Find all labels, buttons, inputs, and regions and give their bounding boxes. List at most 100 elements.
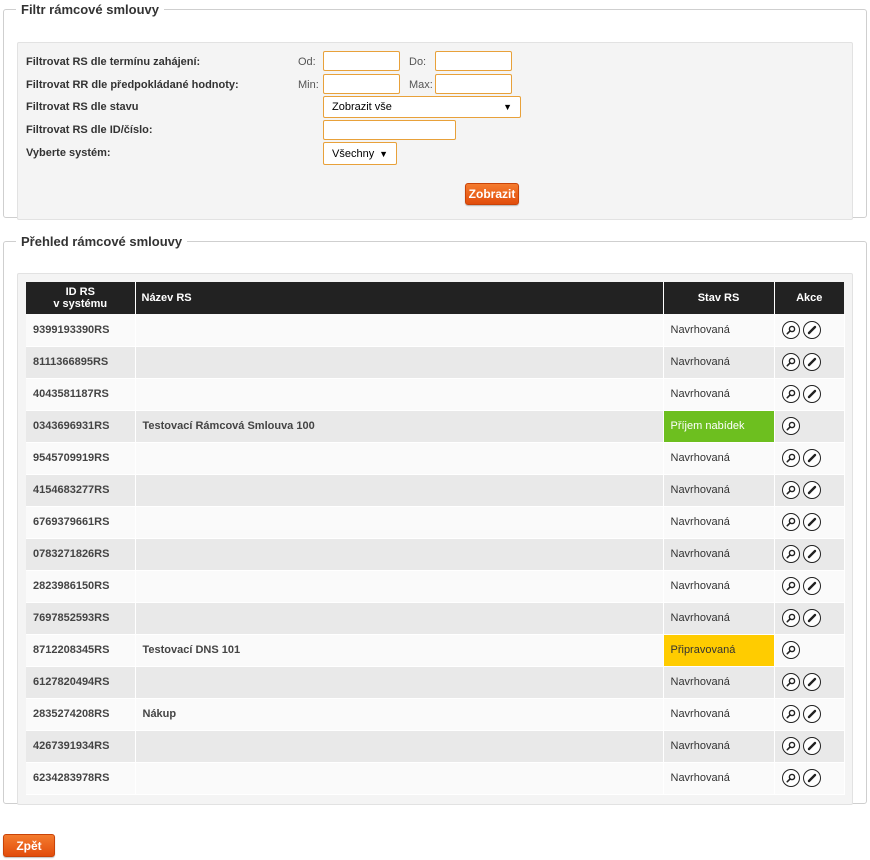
cell-status: Navrhovaná	[663, 314, 775, 347]
cell-status: Navrhovaná	[663, 346, 775, 379]
cell-id: 6769379661RS	[26, 506, 136, 539]
cell-name	[135, 602, 664, 635]
cell-status: Navrhovaná	[663, 474, 775, 507]
cell-status: Navrhovaná	[663, 666, 775, 699]
cell-status: Navrhovaná	[663, 442, 775, 475]
view-magnifier-icon[interactable]	[781, 385, 800, 403]
view-magnifier-icon[interactable]	[781, 545, 800, 563]
column-header-status[interactable]: Stav RS	[663, 282, 775, 314]
cell-name	[135, 378, 664, 411]
table-row: 6234283978RS Navrhovaná	[26, 762, 845, 795]
edit-pencil-icon[interactable]	[802, 769, 821, 787]
cell-status: Navrhovaná	[663, 698, 775, 731]
list-panel: ID RS v systému Název RS Stav RS Akce 93…	[17, 273, 853, 805]
cell-actions	[774, 666, 845, 699]
cell-actions	[774, 602, 845, 635]
edit-pencil-icon[interactable]	[802, 385, 821, 403]
column-header-id-line1: ID RS	[65, 286, 95, 298]
cell-name	[135, 730, 664, 763]
view-magnifier-icon[interactable]	[781, 609, 800, 627]
edit-pencil-icon[interactable]	[802, 673, 821, 691]
edit-pencil-icon[interactable]	[802, 737, 821, 755]
status-filter-label: Filtrovat RS dle stavu	[26, 101, 139, 113]
filter-legend: Filtr rámcové smlouvy	[21, 2, 159, 17]
value-min-input[interactable]	[323, 74, 400, 94]
cell-id: 8712208345RS	[26, 634, 136, 667]
edit-pencil-icon[interactable]	[802, 449, 821, 467]
cell-actions	[774, 378, 845, 411]
column-header-id[interactable]: ID RS v systému	[26, 282, 136, 314]
table-body: 9399193390RS Navrhovaná 8111366895RS Navrho…	[26, 314, 845, 795]
view-magnifier-icon[interactable]	[781, 320, 800, 339]
value-max-input[interactable]	[435, 74, 512, 94]
filter-fieldset: Filtr rámcové smlouvy Filtrovat RS dle t…	[3, 2, 867, 220]
table-row: 6127820494RS Navrhovaná	[26, 666, 845, 699]
cell-id: 4154683277RS	[26, 474, 136, 507]
cell-status: Navrhovaná	[663, 506, 775, 539]
table-header-row: ID RS v systému Název RS Stav RS Akce	[26, 282, 844, 314]
edit-pencil-icon[interactable]	[802, 353, 821, 371]
cell-id: 9545709919RS	[26, 442, 136, 475]
from-label: Od:	[298, 56, 316, 68]
cell-id: 2835274208RS	[26, 698, 136, 731]
cell-actions	[774, 410, 845, 443]
edit-pencil-icon[interactable]	[802, 481, 821, 499]
start-date-to-input[interactable]	[435, 51, 512, 71]
table-row: 2835274208RS Nákup Navrhovaná	[26, 698, 845, 731]
table-row: 8712208345RS Testovací DNS 101 Připravovan…	[26, 634, 845, 667]
cell-status: Navrhovaná	[663, 378, 775, 411]
id-filter-label: Filtrovat RS dle ID/číslo:	[26, 124, 153, 136]
view-magnifier-icon[interactable]	[781, 737, 800, 755]
table-row: 2823986150RS Navrhovaná	[26, 570, 845, 603]
column-header-name[interactable]: Název RS	[135, 282, 664, 314]
view-magnifier-icon[interactable]	[781, 481, 800, 499]
table-row: 4267391934RS Navrhovaná	[26, 730, 845, 763]
status-select[interactable]: Zobrazit vše ▼	[323, 96, 521, 118]
view-magnifier-icon[interactable]	[781, 513, 800, 531]
table-row: 7697852593RS Navrhovaná	[26, 602, 845, 635]
list-fieldset: Přehled rámcové smlouvy ID RS v systému …	[3, 234, 867, 805]
view-magnifier-icon[interactable]	[781, 449, 800, 467]
cell-id: 4043581187RS	[26, 378, 136, 411]
view-magnifier-icon[interactable]	[781, 417, 800, 435]
view-magnifier-icon[interactable]	[781, 641, 800, 659]
cell-id: 4267391934RS	[26, 730, 136, 763]
cell-name	[135, 538, 664, 571]
edit-pencil-icon[interactable]	[802, 609, 821, 627]
cell-actions	[774, 634, 845, 667]
table-row: 9399193390RS Navrhovaná	[26, 314, 845, 347]
filter-panel: Filtrovat RS dle termínu zahájení: Od: D…	[17, 42, 853, 220]
view-magnifier-icon[interactable]	[781, 577, 800, 595]
back-button[interactable]: Zpět	[3, 834, 55, 857]
view-magnifier-icon[interactable]	[781, 769, 800, 787]
edit-pencil-icon[interactable]	[802, 705, 821, 723]
view-magnifier-icon[interactable]	[781, 673, 800, 691]
system-filter-label: Vyberte systém:	[26, 147, 111, 159]
start-date-from-input[interactable]	[323, 51, 400, 71]
cell-actions	[774, 346, 845, 379]
system-select[interactable]: Všechny ▼	[323, 142, 397, 165]
cell-name: Testovací Rámcová Smlouva 100	[135, 410, 664, 443]
table-row: 0783271826RS Navrhovaná	[26, 538, 845, 571]
table-row: 0343696931RS Testovací Rámcová Smlouva 10…	[26, 410, 845, 443]
cell-id: 2823986150RS	[26, 570, 136, 603]
edit-pencil-icon[interactable]	[802, 320, 821, 339]
edit-pencil-icon[interactable]	[802, 545, 821, 563]
cell-name	[135, 570, 664, 603]
list-legend: Přehled rámcové smlouvy	[21, 234, 183, 249]
view-magnifier-icon[interactable]	[781, 705, 800, 723]
to-label: Do:	[409, 56, 427, 68]
cell-actions	[774, 538, 845, 571]
edit-pencil-icon[interactable]	[802, 513, 821, 531]
cell-actions	[774, 762, 845, 795]
system-select-value: Všechny	[332, 147, 375, 160]
cell-actions	[774, 442, 845, 475]
view-magnifier-icon[interactable]	[781, 353, 800, 371]
id-input[interactable]	[323, 120, 456, 140]
show-button[interactable]: Zobrazit	[465, 183, 519, 205]
cell-status: Navrhovaná	[663, 570, 775, 603]
value-filter-label: Filtrovat RR dle předpokládané hodnoty:	[26, 79, 239, 91]
cell-name	[135, 762, 664, 795]
edit-pencil-icon[interactable]	[802, 577, 821, 595]
cell-status: Příjem nabídek	[663, 410, 775, 443]
